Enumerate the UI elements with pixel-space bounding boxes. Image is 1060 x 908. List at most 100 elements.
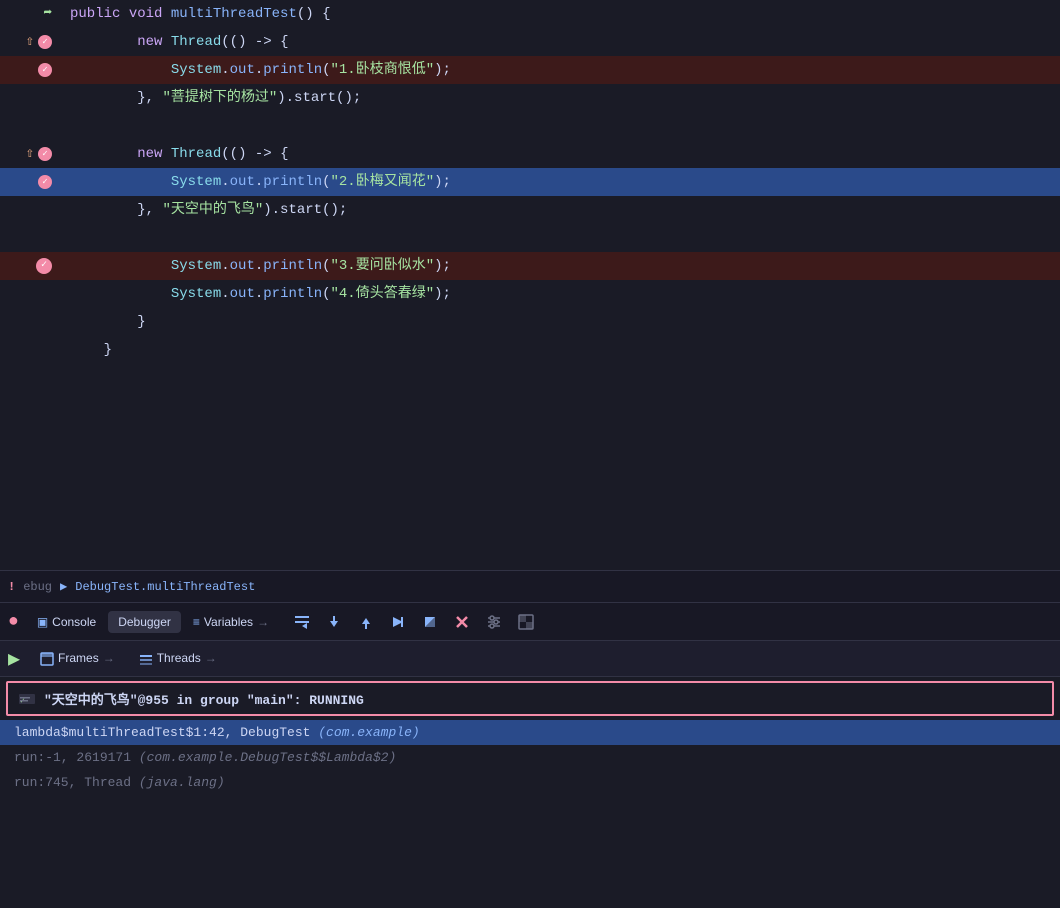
line-gutter: ✓ bbox=[0, 175, 60, 189]
stop-button[interactable] bbox=[449, 611, 475, 633]
debug-label: ebug bbox=[23, 580, 52, 594]
code-content: } bbox=[60, 336, 1060, 364]
stack-location: (java.lang) bbox=[139, 775, 225, 790]
step-into-button[interactable] bbox=[321, 611, 347, 633]
debugger-tab-label: Debugger bbox=[118, 615, 171, 629]
code-line-error: ✓ System.out.println("3.要问卧似水"); bbox=[0, 252, 1060, 280]
line-gutter: ✓ bbox=[0, 63, 60, 77]
frames-tab[interactable]: Frames → bbox=[30, 647, 125, 670]
evaluate-button[interactable] bbox=[417, 611, 443, 633]
thread-status-text: "天空中的飞鸟"@955 in group "main": RUNNING bbox=[44, 689, 364, 708]
stack-location: (com.example.DebugTest$$Lambda$2) bbox=[139, 750, 396, 765]
stop-icon: ● bbox=[8, 612, 19, 632]
code-content bbox=[60, 420, 1060, 448]
line-gutter: ➦ bbox=[0, 0, 60, 28]
debug-title: DebugTest.multiThreadTest bbox=[75, 580, 255, 594]
code-line: } bbox=[0, 308, 1060, 336]
code-lines: ➦ public void multiThreadTest() { ⇧ ✓ ne… bbox=[0, 0, 1060, 570]
breakpoint-icon[interactable]: ✓ bbox=[38, 147, 52, 161]
code-content: System.out.println("2.卧梅又闻花"); bbox=[60, 168, 1060, 196]
code-line bbox=[0, 392, 1060, 420]
thread-panel: ✓ "天空中的飞鸟"@955 in group "main": RUNNING … bbox=[0, 677, 1060, 908]
line-gutter: ⇧ ✓ bbox=[0, 28, 60, 56]
variables-arrow: → bbox=[257, 615, 269, 629]
thread-check-icon: ✓ bbox=[18, 690, 36, 708]
green-arrow-icon: ➦ bbox=[44, 0, 52, 28]
frames-tab-label: Frames bbox=[58, 651, 99, 665]
tabs-row: ● ▣ Console Debugger ≡ Variables → bbox=[0, 603, 1060, 641]
code-content: System.out.println("4.倚头答春绿"); bbox=[60, 280, 1060, 308]
stack-method: run:-1, 2619171 bbox=[14, 750, 139, 765]
code-content: public void multiThreadTest() { bbox=[60, 0, 1060, 28]
frames-tab-icon bbox=[40, 651, 54, 666]
code-line-error: ✓ System.out.println("1.卧枝商恨低"); bbox=[0, 56, 1060, 84]
breakpoint-icon[interactable]: ✓ bbox=[38, 35, 52, 49]
code-content bbox=[60, 112, 1060, 140]
frames-tab-arrow: → bbox=[103, 651, 115, 665]
restore-layout-button[interactable] bbox=[513, 611, 539, 633]
threads-tab-icon bbox=[139, 651, 153, 666]
stack-list: lambda$multiThreadTest$1:42, DebugTest (… bbox=[0, 720, 1060, 908]
code-line bbox=[0, 476, 1060, 504]
breakpoint-icon[interactable]: ✓ bbox=[38, 63, 52, 77]
stack-item[interactable]: run:-1, 2619171 (com.example.DebugTest$$… bbox=[0, 745, 1060, 770]
code-content: System.out.println("1.卧枝商恨低"); bbox=[60, 56, 1060, 84]
code-content: new Thread(() -> { bbox=[60, 140, 1060, 168]
stack-location: (com.example) bbox=[318, 725, 419, 740]
code-content bbox=[60, 448, 1060, 476]
code-content bbox=[60, 364, 1060, 392]
code-content bbox=[60, 392, 1060, 420]
bottom-panel: ! ebug ▶ DebugTest.multiThreadTest ● ▣ C… bbox=[0, 570, 1060, 908]
stack-method: run:745, Thread bbox=[14, 775, 139, 790]
line-gutter: ✓ bbox=[0, 258, 60, 274]
tab-variables[interactable]: ≡ Variables → bbox=[183, 611, 279, 633]
breakpoint-icon[interactable]: ✓ bbox=[38, 175, 52, 189]
variables-tab-icon: ≡ bbox=[193, 615, 200, 629]
code-line bbox=[0, 224, 1060, 252]
variables-tab-label: Variables bbox=[204, 615, 253, 629]
code-line: ➦ public void multiThreadTest() { bbox=[0, 0, 1060, 28]
code-content: }, "天空中的飞鸟").start(); bbox=[60, 196, 1060, 224]
debug-error-icon: ! bbox=[8, 580, 15, 594]
stack-method: lambda$multiThreadTest$1:42, DebugTest bbox=[14, 725, 318, 740]
stack-item[interactable]: run:745, Thread (java.lang) bbox=[0, 770, 1060, 795]
toolbar-icons bbox=[289, 611, 539, 633]
step-over-button[interactable] bbox=[289, 611, 315, 633]
code-line: } bbox=[0, 336, 1060, 364]
tab-debugger[interactable]: Debugger bbox=[108, 611, 181, 633]
sub-tabs-row: ▶ Frames → Threads → bbox=[0, 641, 1060, 677]
console-tab-label: Console bbox=[52, 615, 96, 629]
threads-tab-arrow: → bbox=[205, 651, 217, 665]
code-line bbox=[0, 364, 1060, 392]
step-out-button[interactable] bbox=[353, 611, 379, 633]
code-line bbox=[0, 112, 1060, 140]
code-content bbox=[60, 476, 1060, 504]
code-content: } bbox=[60, 308, 1060, 336]
threads-tab[interactable]: Threads → bbox=[129, 647, 227, 670]
threads-tab-label: Threads bbox=[157, 651, 201, 665]
code-line bbox=[0, 420, 1060, 448]
editor-area: ➦ public void multiThreadTest() { ⇧ ✓ ne… bbox=[0, 0, 1060, 570]
run-to-cursor-button[interactable] bbox=[385, 611, 411, 633]
code-content: }, "菩提树下的杨过").start(); bbox=[60, 84, 1060, 112]
stack-item[interactable]: lambda$multiThreadTest$1:42, DebugTest (… bbox=[0, 720, 1060, 745]
code-content: new Thread(() -> { bbox=[60, 28, 1060, 56]
line-gutter: ⇧ ✓ bbox=[0, 140, 60, 168]
debug-play-icon: ▶ bbox=[60, 579, 67, 594]
code-line: }, "菩提树下的杨过").start(); bbox=[0, 84, 1060, 112]
debug-header: ! ebug ▶ DebugTest.multiThreadTest bbox=[0, 571, 1060, 603]
code-line-highlighted: ✓ System.out.println("2.卧梅又闻花"); bbox=[0, 168, 1060, 196]
tab-console[interactable]: ▣ Console bbox=[27, 611, 106, 633]
code-line: ⇧ ✓ new Thread(() -> { bbox=[0, 28, 1060, 56]
code-line: ⇧ ✓ new Thread(() -> { bbox=[0, 140, 1060, 168]
green-play-icon: ▶ bbox=[8, 646, 20, 672]
thread-running-row[interactable]: ✓ "天空中的飞鸟"@955 in group "main": RUNNING bbox=[6, 681, 1054, 716]
breakpoint-icon[interactable]: ✓ bbox=[36, 258, 52, 274]
orange-arrow-icon: ⇧ bbox=[26, 28, 34, 56]
code-content: System.out.println("3.要问卧似水"); bbox=[60, 252, 1060, 280]
orange-arrow-icon: ⇧ bbox=[26, 140, 34, 168]
code-line: }, "天空中的飞鸟").start(); bbox=[0, 196, 1060, 224]
code-line bbox=[0, 448, 1060, 476]
settings-button[interactable] bbox=[481, 611, 507, 633]
console-tab-icon: ▣ bbox=[37, 615, 48, 629]
